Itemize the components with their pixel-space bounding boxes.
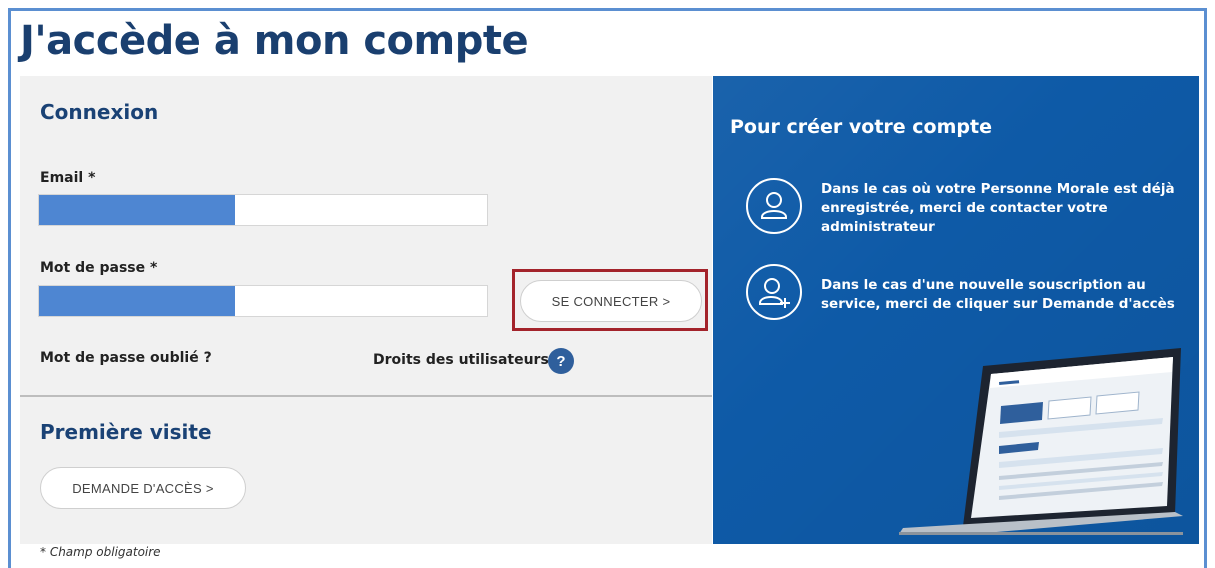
user-rights-link[interactable]: Droits des utilisateurs [373,352,549,368]
help-icon[interactable]: ? [548,348,574,374]
email-field[interactable] [38,194,488,226]
login-button[interactable]: SE CONNECTER > [520,280,702,322]
required-fields-note: * Champ obligatoire [40,545,161,559]
info-panel-title: Pour créer votre compte [730,116,992,138]
laptop-illustration [899,348,1183,535]
section-divider [20,395,712,397]
email-label: Email * [40,170,96,186]
info-item-text: Dans le cas où votre Personne Morale est… [821,181,1175,235]
password-label: Mot de passe * [40,260,158,276]
user-add-icon [746,264,802,320]
info-item-text: Dans le cas d'une nouvelle souscription … [821,277,1175,312]
user-icon [746,178,802,234]
page-title: J'accède à mon compte [20,18,529,64]
request-access-button[interactable]: DEMANDE D'ACCÈS > [40,467,246,509]
help-icon-glyph: ? [556,352,566,370]
password-value-redacted [39,286,235,316]
email-value-redacted [39,195,235,225]
forgot-password-link[interactable]: Mot de passe oublié ? [40,350,212,366]
password-field[interactable] [38,285,488,317]
first-visit-section-title: Première visite [40,420,212,444]
login-section-title: Connexion [40,100,159,124]
info-panel: Pour créer votre compte Dans le cas où v… [713,76,1199,544]
